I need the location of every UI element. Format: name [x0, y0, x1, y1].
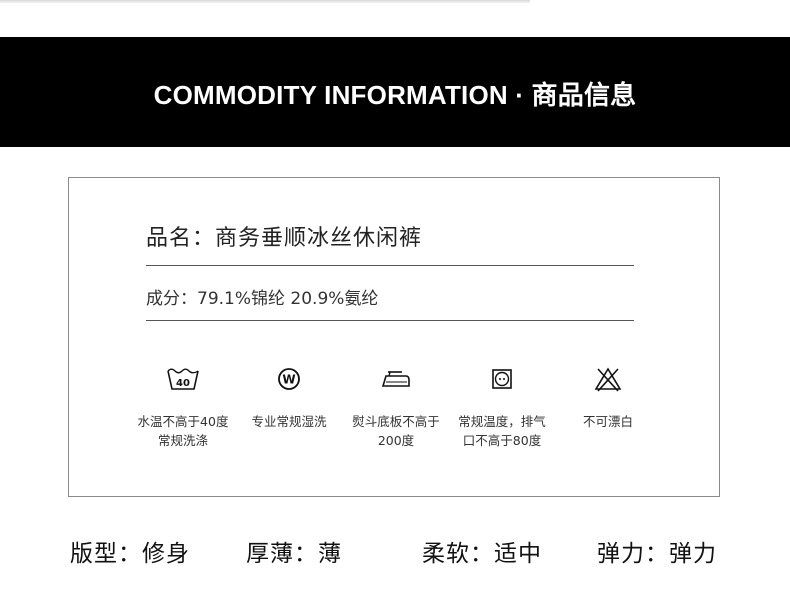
product-info-card: 品名：商务垂顺冰丝休闲裤 成分：79.1%锦纶 20.9%氨纶 40 水温不高于…: [68, 177, 720, 497]
top-divider-shadow: [0, 0, 530, 3]
iron-icon: [381, 371, 410, 387]
care-item-tumble-dry: 常规温度，排气 口不高于80度: [447, 366, 557, 450]
no-bleach-icon: [594, 367, 622, 392]
attr-softness: 柔软：适中: [422, 541, 542, 567]
care-label: 不可漂白: [582, 414, 633, 429]
wash-40-icon: 40: [167, 368, 199, 390]
product-name-row: 品名：商务垂顺冰丝休闲裤: [146, 220, 634, 266]
tumble-dry-icon: [492, 369, 512, 389]
care-label: 水温不高于40度 常规洗涤: [137, 414, 229, 448]
care-label: 专业常规湿洗: [251, 414, 327, 429]
composition-row: 成分：79.1%锦纶 20.9%氨纶: [146, 282, 634, 321]
composition: 成分：79.1%锦纶 20.9%氨纶: [146, 289, 379, 309]
care-item-wet-clean: W 专业常规湿洗: [234, 366, 344, 431]
info-banner: COMMODITY INFORMATION · 商品信息: [0, 37, 790, 147]
care-item-no-bleach: 不可漂白: [553, 366, 663, 431]
professional-wet-clean-icon: W: [278, 368, 300, 390]
svg-text:40: 40: [176, 378, 190, 389]
banner-title: COMMODITY INFORMATION · 商品信息: [153, 79, 637, 110]
care-item-iron: 熨斗底板不高于 200度: [341, 366, 451, 450]
product-name: 品名：商务垂顺冰丝休闲裤: [146, 226, 423, 251]
care-label: 常规温度，排气 口不高于80度: [458, 414, 546, 448]
svg-text:W: W: [282, 373, 295, 387]
attr-fit: 版型：修身: [70, 541, 190, 567]
attr-elasticity: 弹力：弹力: [597, 541, 717, 567]
care-item-wash: 40 水温不高于40度 常规洗涤: [128, 366, 238, 450]
attr-thickness: 厚薄：薄: [246, 541, 342, 567]
attribute-row: 版型：修身 厚薄：薄 柔软：适中 弹力：弹力: [0, 534, 790, 570]
care-label: 熨斗底板不高于 200度: [352, 414, 440, 448]
